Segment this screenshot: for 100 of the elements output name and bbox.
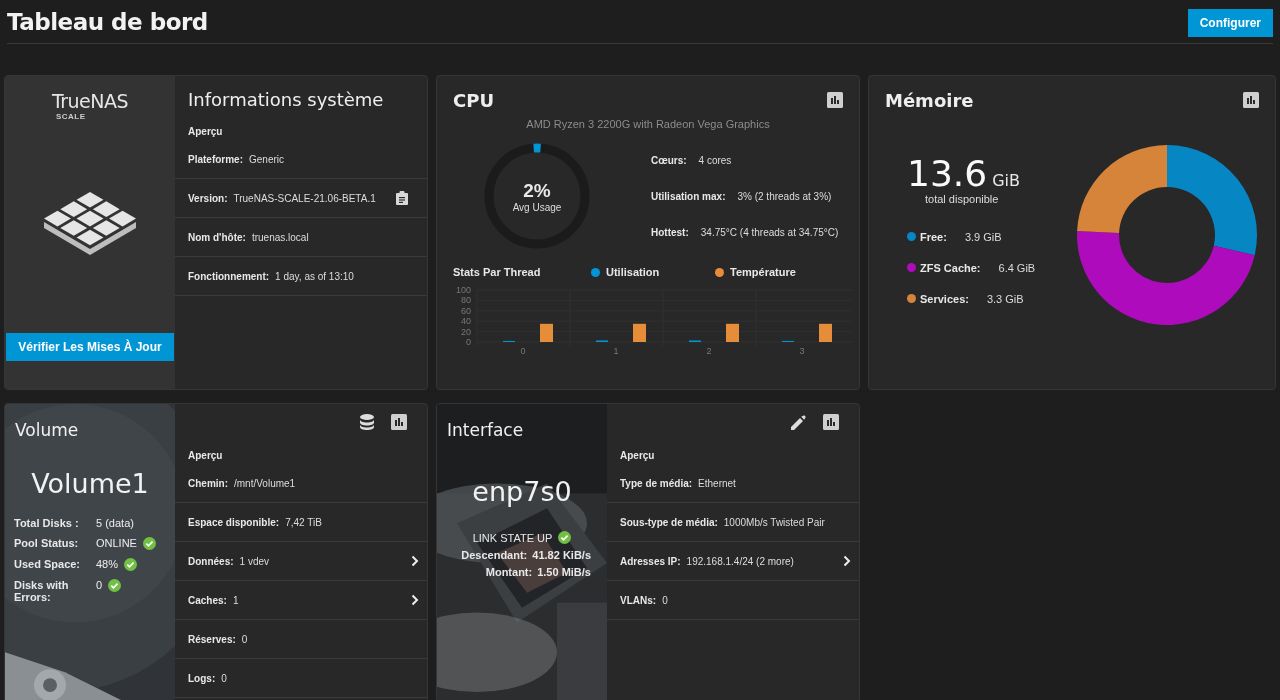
legend-label: ZFS Cache: — [920, 261, 981, 274]
card-title: Interface — [446, 419, 525, 440]
check-updates-button[interactable]: Vérifier Les Mises À Jour — [6, 333, 174, 361]
legend-label: Free: — [920, 230, 947, 243]
field-label: VLANs: — [620, 594, 657, 606]
chart-title: Stats Par Thread — [453, 266, 542, 278]
gauge-caption: Avg Usage — [512, 201, 562, 213]
card-title: Volume — [14, 419, 80, 440]
field-label: Espace disponible: — [188, 516, 280, 528]
stat-label: Cœurs: — [651, 154, 687, 166]
interface-name: enp7s0 — [471, 476, 573, 507]
field-label: Sous-type de média: — [620, 516, 718, 528]
configure-button[interactable]: Configurer — [1187, 8, 1273, 37]
stat-value: 48% — [96, 558, 119, 570]
field-label: Chemin: — [188, 477, 228, 489]
field-label: Nom d'hôte: — [188, 231, 246, 243]
bar — [633, 323, 646, 342]
axis-tick: 40 — [461, 316, 471, 327]
field-label: Type de média: — [620, 477, 693, 489]
check-icon — [108, 579, 122, 592]
chart-icon[interactable] — [1243, 92, 1259, 108]
link-state: LINK STATE UP — [472, 531, 553, 544]
section-heading: Aperçu — [187, 449, 224, 463]
field-label: Adresses IP: — [620, 555, 681, 567]
card-title: CPU — [453, 89, 495, 111]
bar — [726, 323, 739, 342]
legend-label: Services: — [920, 292, 969, 305]
memory-unit: GiB — [992, 171, 1020, 190]
axis-tick: 20 — [461, 326, 471, 337]
stat-value: 0 — [96, 579, 103, 591]
field-value: 0 — [221, 672, 227, 684]
stat-label: Pool Status: — [14, 537, 80, 549]
axis-tick: 60 — [461, 305, 471, 316]
chevron-icon[interactable] — [411, 594, 419, 606]
field-label: Réserves: — [188, 633, 236, 645]
legend-value: 3.3 GiB — [986, 292, 1024, 305]
section-heading: Aperçu — [619, 449, 656, 463]
legend-dot — [715, 267, 724, 277]
stat-label: Hottest: — [651, 226, 689, 238]
axis-tick: 3 — [799, 346, 805, 356]
chart-icon[interactable] — [391, 414, 407, 430]
field-label: Version: — [188, 192, 228, 204]
chevron-icon[interactable] — [843, 555, 851, 567]
card-title: Informations système — [187, 88, 385, 112]
memory-total: 13.6 — [907, 155, 988, 193]
axis-tick: 80 — [461, 295, 471, 306]
legend-value: 6.4 GiB — [998, 261, 1036, 274]
field-label: Plateforme: — [188, 153, 243, 165]
field-value: 192.168.1.4/24 (2 more) — [686, 555, 794, 567]
field-value: TrueNAS-SCALE-21.06-BETA.1 — [233, 192, 376, 204]
stat-label: Utilisation max: — [651, 190, 726, 202]
chart-icon[interactable] — [823, 414, 839, 430]
stat-label: Disks with Errors: — [14, 579, 70, 603]
chevron-icon[interactable] — [411, 555, 419, 567]
stat-value: 4 cores — [698, 154, 732, 166]
field-value: 0 — [662, 594, 668, 606]
field-label: Données: — [188, 555, 234, 567]
traffic-value: 41.82 KiB/s — [532, 549, 591, 561]
legend-label: Température — [730, 266, 796, 278]
field-value: Generic — [249, 153, 285, 165]
field-value: 1 day, as of 13:10 — [275, 270, 354, 282]
logo-name: TrueNAS — [51, 90, 129, 112]
field-label: Fonctionnement: — [188, 270, 270, 282]
stat-value: 5 (data) — [96, 517, 134, 529]
section-heading: Aperçu — [187, 125, 224, 139]
field-label: Caches: — [188, 594, 227, 606]
stat-value: ONLINE — [96, 537, 137, 549]
card-title: Mémoire — [885, 89, 974, 111]
traffic-label: Descendant: — [461, 549, 528, 561]
pencil-icon[interactable] — [791, 414, 806, 430]
field-value: 1 vdev — [239, 555, 270, 567]
logo-edition: SCALE — [55, 112, 86, 121]
field-value: /mnt/Volume1 — [234, 477, 296, 489]
field-value: 0 — [241, 633, 248, 645]
stat-value: 3% (2 threads at 3%) — [737, 190, 832, 202]
stat-label: Total Disks : — [14, 517, 80, 529]
stat-label: Used Space: — [14, 558, 82, 570]
pool-name: Volume1 — [30, 468, 150, 499]
axis-tick: 1 — [613, 346, 619, 356]
memory-caption: total disponible — [925, 193, 1000, 205]
cpu-model: AMD Ryzen 3 2200G with Radeon Vega Graphics — [525, 118, 771, 130]
axis-tick: 2 — [706, 346, 712, 356]
clipboard-icon[interactable] — [395, 191, 408, 205]
gauge-value: 2% — [523, 179, 551, 202]
stat-value: 34.75°C (4 threads at 34.75°C) — [700, 226, 839, 238]
legend-dot — [591, 267, 600, 277]
field-value: truenas.local — [251, 231, 309, 243]
check-icon — [558, 531, 572, 544]
chart-icon[interactable] — [827, 92, 843, 108]
check-icon — [124, 558, 138, 571]
tile-grid-icon — [42, 189, 138, 255]
field-value: 1000Mb/s Twisted Pair — [723, 516, 825, 528]
database-icon[interactable] — [360, 414, 374, 430]
traffic-label: Montant: — [485, 566, 533, 578]
axis-tick: 100 — [455, 285, 471, 295]
field-value: Ethernet — [698, 477, 736, 489]
bar — [819, 323, 832, 342]
traffic-value: 1.50 MiB/s — [537, 566, 591, 578]
check-icon — [142, 537, 156, 550]
legend-label: Utilisation — [606, 266, 660, 278]
